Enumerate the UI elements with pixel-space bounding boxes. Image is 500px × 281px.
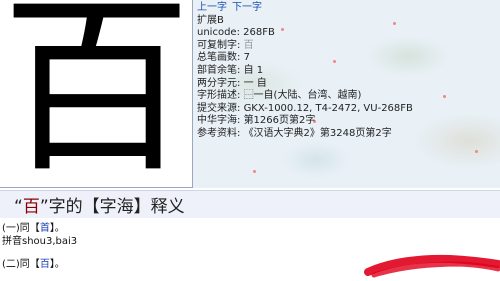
character-glyph-box: 百 (0, 0, 193, 188)
definition-2-link[interactable]: 百 (40, 259, 50, 270)
section-char: 百 (22, 197, 40, 217)
character-details: 上一字 下一字 扩展B unicode: 268FB 可复制字: 百 总笔画数: … (193, 0, 500, 188)
pinyin-line: 拼音shou3,bai3 (2, 236, 78, 247)
block-line: 扩展B (197, 14, 224, 26)
prev-char-link[interactable]: 上一字 (197, 2, 227, 13)
radical-label: 部首余笔: (197, 64, 241, 76)
variant-line: 可复制字: 百 (197, 40, 500, 53)
source-line: 提交来源: GKX-1000.12, T4-2472, VU-268FB (197, 103, 500, 116)
zhonghua-value: 第1266页第2字 (243, 115, 316, 127)
parts-line: 两分字元: 一 自 (197, 78, 500, 91)
strokes-label: 总笔画数: (197, 52, 241, 64)
unicode-line: unicode: 268FB (197, 27, 500, 40)
variant-value: 百 (243, 39, 254, 51)
next-char-link[interactable]: 下一字 (232, 2, 262, 13)
unicode-label: unicode: (197, 27, 240, 39)
zhonghua-label: 中华字海: (197, 115, 241, 127)
parts-label: 两分字元: (197, 77, 241, 89)
definition-2-prefix: (二)同【 (2, 259, 40, 270)
definition-1-suffix: 】。 (49, 223, 65, 234)
quote-open: “ (14, 197, 23, 217)
source-label: 提交来源: (197, 102, 241, 114)
reference-label: 参考资料: (197, 127, 241, 139)
variant-label: 可复制字: (197, 39, 241, 51)
source-value: GKX-1000.12, T4-2472, VU-268FB (243, 102, 413, 114)
strokes-value: 7 (243, 52, 250, 64)
character-info-panel: 百 上一字 下一字 扩展B unicode: 268FB 可复制字: 百 总笔画数… (0, 0, 500, 190)
definitions: (一)同【首】。 拼音shou3,bai3 (二)同【百】。 (2, 222, 77, 271)
strokes-line: 总笔画数: 7 (197, 52, 500, 65)
radical-value: 自 1 (243, 64, 264, 76)
definition-2: (二)同【百】。 (2, 258, 77, 271)
definition-1: (一)同【首】。 (2, 222, 77, 235)
definition-1-link[interactable]: 首 (40, 223, 50, 234)
parts-value: 一 自 (243, 77, 267, 89)
shape-label: 字形描述: (197, 90, 241, 102)
unicode-value: 268FB (243, 27, 275, 39)
section-title: “百”字的【字海】释义 (14, 192, 185, 217)
section-title-bar: “百”字的【字海】释义 (0, 190, 500, 218)
shape-line: 字形描述: ⿱一自(大陆、台湾、越南) (197, 90, 500, 103)
reference-line: 参考资料: 《汉语大字典2》第3248页第2字 (197, 128, 500, 141)
definition-1-prefix: (一)同【 (2, 223, 40, 234)
shape-value: ⿱一自(大陆、台湾、越南) (243, 90, 362, 102)
zhonghua-line: 中华字海: 第1266页第2字 (197, 115, 500, 128)
radical-line: 部首余笔: 自 1 (197, 65, 500, 78)
character-glyph: 百 (1, 0, 192, 188)
definition-2-suffix: 】。 (49, 259, 65, 270)
reference-value: 《汉语大字典2》第3248页第2字 (243, 127, 392, 139)
red-annotation-stroke (364, 254, 500, 278)
char-navigation: 上一字 下一字 (197, 2, 500, 15)
section-title-text: 字的【字海】释义 (48, 197, 185, 217)
quote-close: ” (39, 197, 49, 217)
